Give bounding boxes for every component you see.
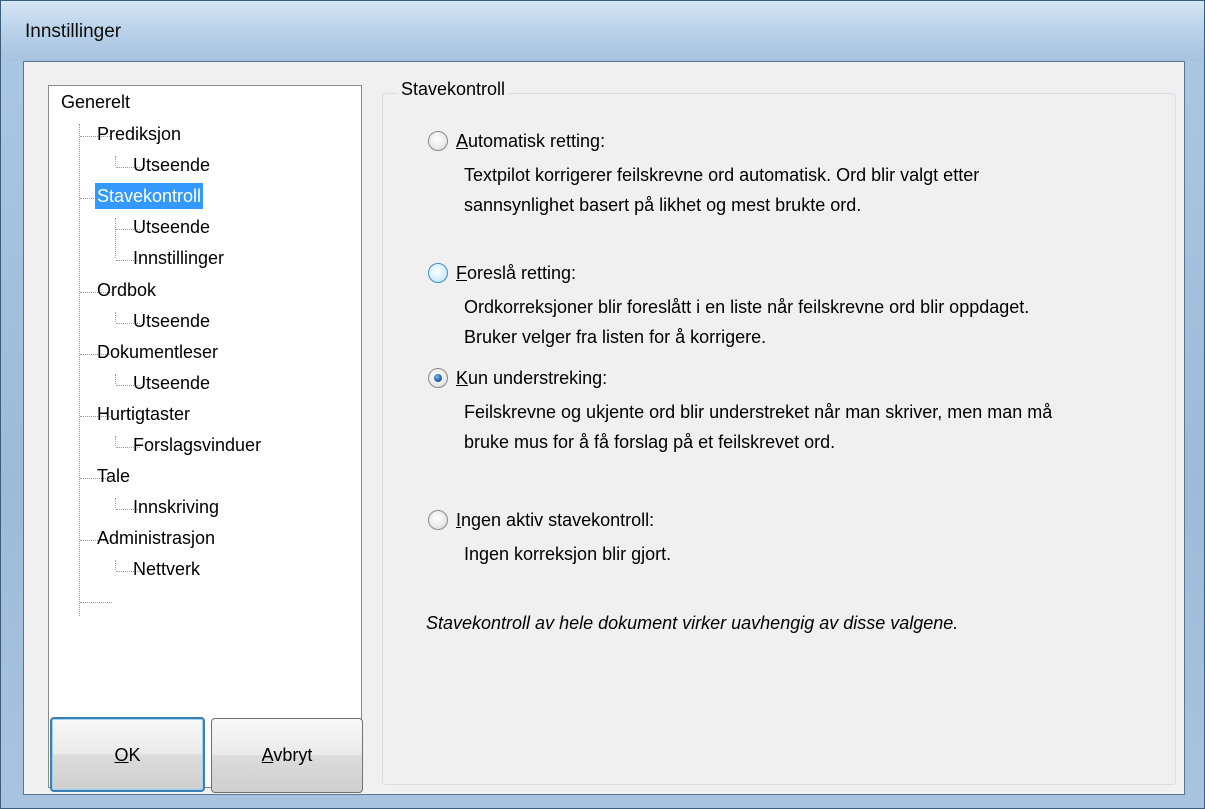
option-label[interactable]: Automatisk retting: [456,129,605,153]
radio-underline-only[interactable] [428,368,448,388]
tree-item-label: Dokumentleser [97,342,219,362]
tree-item-hurtigtaster[interactable]: Hurtigtaster [97,400,190,428]
tree-item-label: Forslagsvinduer [133,435,262,455]
spellcheck-note: Stavekontroll av hele dokument virker ua… [426,613,959,633]
tree-item-tale[interactable]: Tale [97,462,130,490]
tree-item-label: Utseende [133,311,211,331]
option-description: Ordkorreksjoner blir foreslått i en list… [464,297,1030,347]
window-title: Innstillinger [25,21,122,42]
dialog-body: Generelt Prediksjon Utseende Stavekontro… [23,61,1185,795]
radio-suggest-correction[interactable] [428,263,448,283]
tree-item-stavekontroll-utseende[interactable]: Utseende [133,213,210,241]
radio-no-spellcheck[interactable] [428,510,448,530]
tree-item-label: Utseende [133,155,211,175]
tree-item-forslagsvinduer[interactable]: Forslagsvinduer [133,431,261,459]
tree-item-nettverk[interactable]: Nettverk [133,555,200,583]
tree-line [115,312,116,322]
tree-item-dokumentleser-utseende[interactable]: Utseende [133,369,210,397]
option-label[interactable]: Kun understreking: [456,366,607,390]
tree-item-label: Administrasjon [97,528,216,548]
settings-tree[interactable]: Generelt Prediksjon Utseende Stavekontro… [48,85,362,788]
option-description: Feilskrevne og ukjente ord blir understr… [464,402,1053,452]
tree-item-stavekontroll[interactable]: Stavekontroll [95,182,204,210]
tree-line [115,374,116,384]
option-label[interactable]: Foreslå retting: [456,261,576,285]
tree-line [115,156,116,166]
tree-item-prediksjon[interactable]: Prediksjon [97,120,181,148]
tree-line [115,218,116,258]
tree-item-prediksjon-utseende[interactable]: Utseende [133,151,210,179]
tree-item-administrasjon[interactable]: Administrasjon [97,524,215,552]
ok-button[interactable]: OK [50,717,205,792]
tree-line [115,498,116,508]
tree-item-ordbok[interactable]: Ordbok [97,276,156,304]
tree-item-stavekontroll-innstillinger[interactable]: Innstillinger [133,244,224,272]
tree-item-label: Innskriving [133,497,220,517]
group-title: Stavekontroll [398,79,509,100]
cancel-button[interactable]: Avbryt [211,718,363,793]
tree-item-label: Utseende [133,217,211,237]
tree-item-label: Tale [97,466,131,486]
option-description: Ingen korreksjon blir gjort. [464,544,672,564]
tree-item-label: Generelt [61,92,131,112]
cancel-mnemonic: A [261,745,274,765]
tree-item-label: Hurtigtaster [97,404,191,424]
tree-item-generelt[interactable]: Generelt [61,88,130,116]
tree-item-label: Utseende [133,373,211,393]
tree-item-label: Stavekontroll [95,183,204,209]
ok-mnemonic: O [114,745,129,765]
tree-line [80,602,112,603]
option-description: Textpilot korrigerer feilskrevne ord aut… [464,165,980,215]
title-bar[interactable]: Innstillinger [1,1,1204,61]
tree-item-label: Nettverk [133,559,201,579]
tree-item-dokumentleser[interactable]: Dokumentleser [97,338,218,366]
option-label[interactable]: Ingen aktiv stavekontroll: [456,508,654,532]
tree-item-ordbok-utseende[interactable]: Utseende [133,307,210,335]
tree-item-label: Prediksjon [97,124,182,144]
ok-label: K [128,745,141,765]
tree-line [115,560,116,570]
tree-item-label: Ordbok [97,280,157,300]
radio-automatic-correction[interactable] [428,131,448,151]
cancel-label: vbryt [273,745,313,765]
settings-window: Innstillinger Generelt Prediksjon Utseen… [0,0,1205,809]
tree-line [115,436,116,446]
tree-item-label: Innstillinger [133,248,225,268]
tree-item-innskriving[interactable]: Innskriving [133,493,219,521]
